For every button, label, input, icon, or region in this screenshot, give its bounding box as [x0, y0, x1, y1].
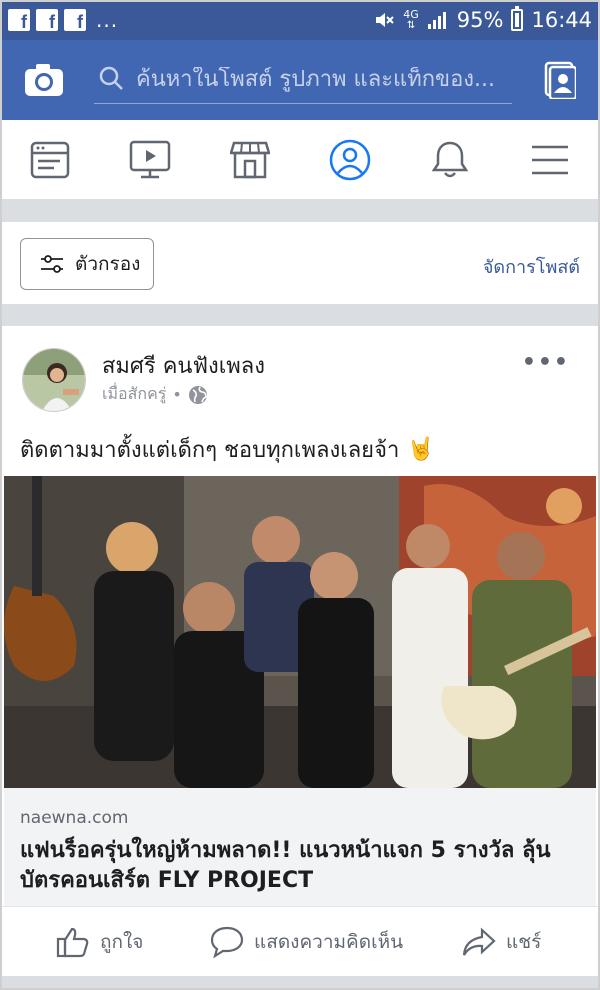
screenshot-frame: [0, 0, 600, 990]
